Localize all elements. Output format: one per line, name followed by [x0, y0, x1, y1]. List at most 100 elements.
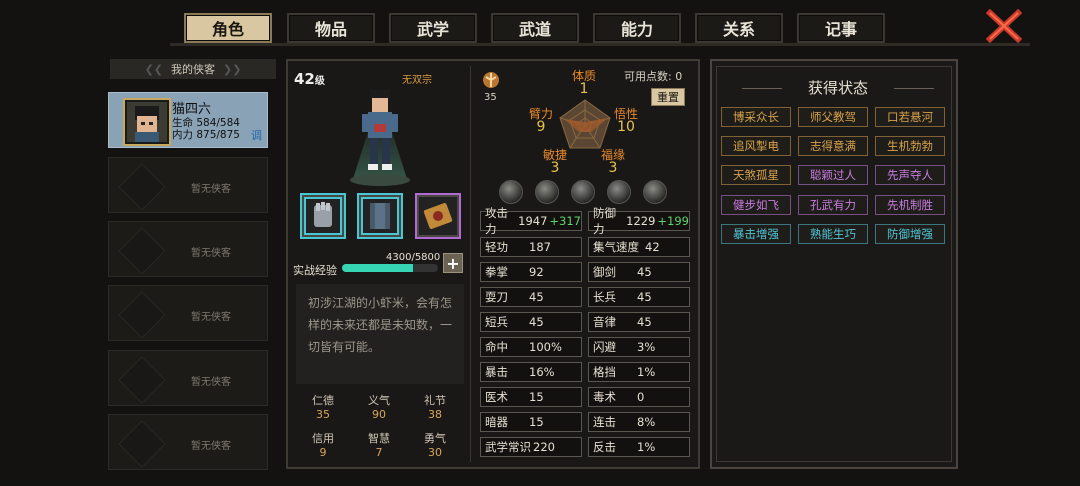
stat-combo: 连击 8% [588, 412, 690, 432]
virtue-value: 35 [316, 408, 330, 421]
tab-abilities[interactable]: 能力 [593, 13, 681, 43]
status-badge[interactable]: 天煞孤星 [721, 165, 791, 185]
status-badge[interactable]: 熟能生巧 [798, 224, 868, 244]
available-points: 可用点数: 0 [624, 70, 683, 83]
meridian-orb-icon [643, 180, 667, 204]
status-badge[interactable]: 健步如飞 [721, 195, 791, 215]
tab-items[interactable]: 物品 [287, 13, 375, 43]
tab-role[interactable]: 角色 [184, 13, 272, 43]
stat-poison: 毒术 0 [588, 387, 690, 407]
avatar [125, 100, 169, 144]
panel-divider [470, 66, 471, 462]
status-badge[interactable]: 生机勃勃 [875, 136, 945, 156]
status-badge[interactable]: 防御增强 [875, 224, 945, 244]
stat-label: 命中 [485, 340, 508, 354]
title-divider-right [894, 88, 934, 89]
hero-description: 初涉江湖的小虾米，会有怎样的未来还都是未知数，一切皆有可能。 [296, 284, 464, 384]
stat-hit: 命中 100% [480, 337, 582, 357]
chevron-left-icon: ❮❮ [144, 62, 163, 76]
status-badge[interactable]: 追风掣电 [721, 136, 791, 156]
level-suffix: 级 [314, 76, 325, 87]
equip-manual-slot[interactable] [417, 195, 459, 237]
status-title: 获得状态 [807, 79, 868, 97]
stat-value: 45 [529, 290, 544, 304]
meridian-orb-icon [535, 180, 559, 204]
tab-martial-way[interactable]: 武道 [491, 13, 579, 43]
tab-martial-arts[interactable]: 武学 [389, 13, 477, 43]
stat-value: 92 [529, 265, 544, 279]
stat-bonus: +199 [657, 214, 689, 228]
party-slot-empty[interactable]: 暂无侠客 [108, 221, 268, 277]
stat-value: 100% [529, 340, 562, 354]
stat-value: 8% [637, 415, 656, 429]
empty-slot-label: 暂无侠客 [191, 248, 231, 259]
status-badge[interactable]: 先声夺人 [875, 165, 945, 185]
chevron-right-icon: ❯❯ [223, 62, 242, 76]
virtue-label: 信用 [312, 432, 334, 445]
attribute-points-value: 35 [484, 92, 497, 103]
equip-gauntlet-slot[interactable] [302, 195, 344, 237]
stat-value: 15 [529, 415, 544, 429]
meridian-orb-icon [571, 180, 595, 204]
equip-armor-slot[interactable] [359, 195, 401, 237]
party-list-title: 我的侠客 [171, 63, 215, 76]
stat-label: 拳掌 [485, 265, 508, 279]
exp-label: 实战经验 [293, 264, 337, 277]
close-icon[interactable] [985, 8, 1023, 44]
attr-bili: 臂力 9 [527, 105, 555, 135]
empty-slot-label: 暂无侠客 [191, 377, 231, 388]
tab-underline [170, 43, 1030, 46]
reset-button[interactable]: 重置 [651, 88, 685, 106]
virtue-yi: 义气 90 [352, 392, 406, 421]
virtue-label: 仁德 [312, 394, 334, 407]
stat-label: 耍刀 [485, 290, 508, 304]
character-sprite [340, 84, 420, 188]
virtue-ren: 仁德 35 [296, 392, 350, 421]
stat-value: 1% [637, 365, 656, 379]
party-slot-selected[interactable]: 猫四六 生命 584/584 内力 875/875 调 [108, 92, 268, 148]
meridian-orb-icon [499, 180, 523, 204]
stat-dodge: 闪避 3% [588, 337, 690, 357]
empty-portrait-icon [118, 227, 166, 275]
party-slot-empty[interactable]: 暂无侠客 [108, 157, 268, 213]
stat-martial-knowledge: 武学常识 220 [480, 437, 582, 457]
party-slot-empty[interactable]: 暂无侠客 [108, 350, 268, 406]
attribute-radar [558, 98, 612, 150]
party-slot-empty[interactable]: 暂无侠客 [108, 285, 268, 341]
virtue-label: 智慧 [368, 432, 390, 445]
tab-relations[interactable]: 关系 [695, 13, 783, 43]
exp-progress-fill [342, 264, 414, 272]
stat-label: 反击 [593, 440, 616, 454]
empty-slot-label: 暂无侠客 [191, 312, 231, 323]
empty-slot-label: 暂无侠客 [191, 441, 231, 452]
stat-qi-speed: 集气速度 42 [588, 237, 690, 257]
stat-value: 42 [645, 240, 660, 254]
stat-label: 武学常识 [485, 440, 531, 454]
status-badge[interactable]: 暴击增强 [721, 224, 791, 244]
stat-attack: 攻击力 1947 +317 [480, 206, 582, 236]
status-badge[interactable]: 聪颖过人 [798, 165, 868, 185]
add-exp-button[interactable]: + [443, 253, 463, 273]
empty-slot-label: 暂无侠客 [191, 184, 231, 195]
party-slot-empty[interactable]: 暂无侠客 [108, 414, 268, 470]
adjust-button[interactable]: 调 [251, 127, 262, 143]
level-label: 42级 [294, 70, 325, 88]
stat-short-weapon: 短兵 45 [480, 312, 582, 332]
stat-defense: 防御力 1229 +199 [588, 206, 690, 236]
stat-label: 集气速度 [593, 240, 639, 254]
virtue-yong: 勇气 30 [408, 430, 462, 459]
stat-label: 长兵 [593, 290, 616, 304]
status-badge[interactable]: 师父教驾 [798, 107, 868, 127]
status-badge[interactable]: 博采众长 [721, 107, 791, 127]
tab-journal[interactable]: 记事 [797, 13, 885, 43]
status-badge[interactable]: 先机制胜 [875, 195, 945, 215]
empty-portrait-icon [118, 291, 166, 339]
stat-bonus: +317 [549, 214, 581, 228]
status-badge[interactable]: 口若悬河 [875, 107, 945, 127]
party-list-header: ❮❮ 我的侠客 ❯❯ [110, 59, 276, 79]
status-badge[interactable]: 孔武有力 [798, 195, 868, 215]
stat-block: 格挡 1% [588, 362, 690, 382]
status-badge[interactable]: 志得意满 [798, 136, 868, 156]
stat-counter: 反击 1% [588, 437, 690, 457]
attribute-points-icon [482, 70, 500, 90]
